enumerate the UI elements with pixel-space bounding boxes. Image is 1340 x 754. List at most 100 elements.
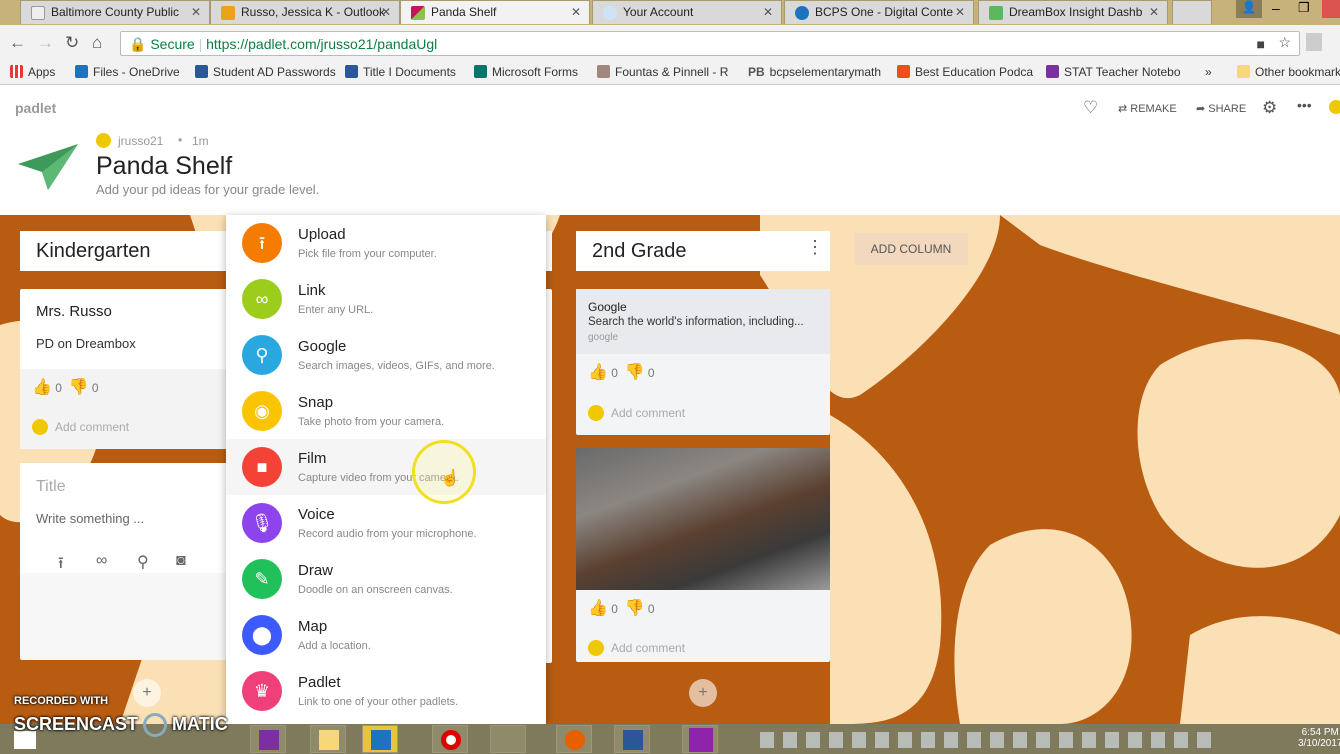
close-tab-icon[interactable]: ✕ — [381, 5, 391, 19]
close-tab-icon[interactable]: ✕ — [955, 5, 965, 19]
browser-tab-strip: Baltimore County Public ✕ Russo, Jessica … — [0, 0, 1340, 25]
thumbs-up-icon[interactable]: 👍 — [32, 379, 52, 396]
clock-date: 3/10/2017 — [1298, 738, 1340, 749]
tab-your-account[interactable]: Your Account ✕ — [592, 0, 782, 24]
author-name[interactable]: jrusso21 — [118, 134, 163, 148]
voice-icon: 🎙 — [242, 503, 282, 543]
thumbs-down-icon[interactable]: 👎 — [625, 364, 645, 381]
system-tray-icons[interactable] — [760, 732, 1220, 748]
attach-option-upload[interactable]: ⭱ Upload Pick file from your computer. — [226, 215, 546, 271]
thumbs-down-icon[interactable]: 👎 — [625, 600, 645, 617]
other-bookmarks[interactable]: Other bookmarks — [1237, 65, 1340, 79]
attach-option-google[interactable]: ⚲ Google Search images, videos, GIFs, and … — [226, 327, 546, 383]
gear-icon[interactable]: ⚙ — [1262, 98, 1277, 118]
ie-icon — [795, 6, 809, 20]
taskbar-snipping[interactable] — [490, 725, 526, 753]
padlet-icon — [411, 6, 425, 20]
more-icon[interactable]: ••• — [1297, 97, 1312, 113]
bookmark-podcast[interactable]: Best Education Podca — [897, 65, 1033, 79]
tab-panda-shelf[interactable]: Panda Shelf ✕ — [400, 0, 590, 24]
link-title: Google — [588, 300, 627, 314]
link-icon: ∞ — [242, 279, 282, 319]
close-tab-icon[interactable]: ✕ — [763, 5, 773, 19]
tab-outlook[interactable]: Russo, Jessica K - Outlook ✕ — [210, 0, 400, 24]
reload-icon[interactable]: ↻ — [65, 33, 79, 53]
bookmark-label: Other bookmarks — [1255, 65, 1340, 79]
link-post-card[interactable]: Google Search the world's information, i… — [576, 289, 830, 435]
padlet-icon: ♛ — [242, 671, 282, 711]
forward-icon[interactable]: → — [37, 33, 54, 53]
search-icon[interactable]: ⚲ — [137, 552, 149, 572]
column-header-2nd-grade[interactable]: 2nd Grade ⋮ — [576, 231, 830, 271]
extension-icon[interactable] — [1306, 33, 1322, 51]
draft-title-input[interactable]: Title — [36, 478, 66, 496]
column-menu-icon[interactable]: ⋮ — [806, 237, 824, 258]
attach-option-map[interactable]: ⬤ Map Add a location. — [226, 607, 546, 663]
post-body: PD on Dreambox — [36, 336, 136, 351]
user-avatar[interactable] — [1329, 100, 1340, 114]
bookmark-label: Apps — [28, 65, 56, 79]
close-tab-icon[interactable]: ✕ — [1149, 5, 1159, 19]
attach-option-snap[interactable]: ◉ Snap Take photo from your camera. — [226, 383, 546, 439]
thumbs-up-icon[interactable]: 👍 — [588, 600, 608, 617]
bookmark-stat[interactable]: STAT Teacher Notebo — [1046, 65, 1181, 79]
thumbs-down-icon[interactable]: 👎 — [69, 379, 89, 396]
attach-option-padlet[interactable]: ♛ Padlet Link to one of your other padlets… — [226, 663, 546, 719]
bookmark-apps[interactable]: Apps — [10, 65, 55, 79]
upload-icon[interactable]: ⭱ — [58, 552, 64, 579]
bookmark-fountas[interactable]: Fountas & Pinnell - R — [597, 65, 729, 79]
post-card[interactable]: Mrs. Russo PD on Dreambox 👍 0 👎 0 Add co… — [20, 289, 250, 449]
taskbar-explorer[interactable] — [310, 725, 346, 753]
attach-option-draw[interactable]: ✎ Draw Doodle on an onscreen canvas. — [226, 551, 546, 607]
taskbar-onenote[interactable] — [250, 725, 286, 753]
add-comment-input[interactable]: Add comment — [611, 406, 685, 420]
column-header-kindergarten[interactable]: Kindergarten — [20, 231, 260, 271]
option-title: Voice — [298, 506, 335, 523]
bookmark-onedrive[interactable]: Files - OneDrive — [75, 65, 180, 79]
maximize-button[interactable]: ❐ — [1298, 0, 1310, 16]
thumbs-up-icon[interactable]: 👍 — [588, 364, 608, 381]
back-icon[interactable]: ← — [9, 33, 26, 53]
bookmark-forms[interactable]: Microsoft Forms — [474, 65, 578, 79]
camera-icon[interactable]: ■ — [1257, 36, 1265, 52]
heart-icon[interactable]: ♡ — [1083, 98, 1098, 118]
add-column-button[interactable]: ADD COLUMN — [854, 233, 968, 265]
attach-option-link[interactable]: ∞ Link Enter any URL. — [226, 271, 546, 327]
taskbar-outlook[interactable] — [362, 725, 398, 753]
clock[interactable]: 6:54 PM 3/10/2017 — [1298, 727, 1340, 749]
draft-body-input[interactable]: Write something ... — [36, 511, 144, 526]
profile-icon[interactable]: 👤 — [1236, 0, 1262, 18]
add-comment-input[interactable]: Add comment — [611, 641, 685, 655]
dog-photo[interactable] — [576, 448, 830, 590]
link-icon[interactable]: ∞ — [96, 552, 107, 570]
bookmarks-overflow-button[interactable]: » — [1205, 65, 1212, 79]
bookmark-bcpsmath[interactable]: PB bcpselementarymath — [748, 65, 881, 79]
tab-baltimore[interactable]: Baltimore County Public ✕ — [20, 0, 210, 24]
bookmark-star-icon[interactable]: ☆ — [1278, 34, 1291, 51]
camera-icon[interactable]: ◙ — [176, 552, 186, 570]
close-window-button[interactable] — [1322, 0, 1340, 18]
upload-icon: ⭱ — [242, 223, 282, 263]
new-tab-button[interactable] — [1172, 0, 1212, 24]
taskbar-word[interactable] — [614, 725, 650, 753]
home-icon[interactable]: ⌂ — [92, 33, 102, 53]
add-comment-input[interactable]: Add comment — [55, 420, 129, 434]
image-post-card[interactable]: 👍 0 👎 0 Add comment — [576, 448, 830, 662]
bookmark-student-ad[interactable]: Student AD Passwords — [195, 65, 336, 79]
padlet-logo[interactable]: padlet — [15, 100, 56, 116]
close-tab-icon[interactable]: ✕ — [191, 5, 201, 19]
minimize-button[interactable]: – — [1272, 0, 1280, 16]
share-button[interactable]: ➦ SHARE — [1196, 102, 1246, 115]
address-bar[interactable]: 🔒 Secure | https://padlet.com/jrusso21/p… — [120, 31, 1300, 56]
taskbar-firefox[interactable] — [556, 725, 592, 753]
tab-dreambox[interactable]: DreamBox Insight Dashb ✕ — [978, 0, 1168, 24]
taskbar-search-app[interactable] — [682, 725, 718, 753]
bookmark-title-i[interactable]: Title I Documents — [345, 65, 456, 79]
taskbar-record[interactable] — [432, 725, 468, 753]
attach-option-film[interactable]: ■ Film Capture video from your camera. — [226, 439, 546, 495]
remake-button[interactable]: ⇄ REMAKE — [1118, 102, 1177, 115]
attach-option-voice[interactable]: 🎙 Voice Record audio from your microphone. — [226, 495, 546, 551]
tab-bcps-one[interactable]: BCPS One - Digital Conte ✕ — [784, 0, 974, 24]
close-tab-icon[interactable]: ✕ — [571, 5, 581, 19]
add-post-button[interactable]: + — [689, 679, 717, 707]
